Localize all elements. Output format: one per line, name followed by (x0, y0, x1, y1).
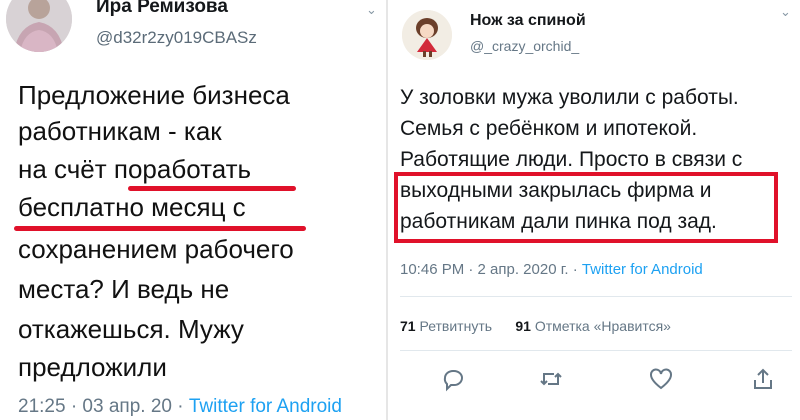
highlighted-text: бесплатно месяц с (18, 192, 246, 222)
tweet-text-line: на счёт поработать (18, 154, 252, 184)
source-link[interactable]: Twitter for Android (189, 396, 342, 417)
timestamp: 10:46 PM · 2 апр. 2020 г. · (400, 261, 582, 278)
tweet-text-line: работникам - как (18, 116, 222, 146)
tweet-text-line: места? И ведь не (18, 274, 230, 304)
retweet-icon[interactable] (538, 366, 564, 392)
tweet-meta: 21:25 · 03 апр. 20 · Twitter for Android (18, 396, 342, 418)
separator (400, 296, 792, 297)
separator (400, 350, 792, 351)
avatar[interactable] (402, 10, 452, 60)
author-name[interactable]: Нож за спиной (470, 12, 586, 30)
highlight-underline (14, 226, 306, 231)
left-tweet: Ира Ремизова ⌄ @d32r2zy019CBASz Предложе… (0, 0, 388, 420)
highlighted-text: поработать (113, 154, 252, 184)
share-icon[interactable] (750, 366, 776, 392)
likes-stat[interactable]: 91 Отметка «Нравится» (515, 318, 671, 334)
highlight-box (394, 172, 778, 243)
tweet-text-line: Семья с ребёнком и ипотекой. (400, 117, 698, 140)
engagement-stats: 71 Ретвитнуть 91 Отметка «Нравится» (400, 318, 671, 334)
highlight-underline (128, 186, 296, 191)
tweet-text-line: У золовки мужа уволили с работы. (400, 86, 739, 109)
reply-icon[interactable] (440, 366, 466, 392)
retweets-stat[interactable]: 71 Ретвитнуть (400, 318, 492, 334)
chevron-down-icon[interactable]: ⌄ (780, 4, 791, 20)
author-handle[interactable]: @d32r2zy019CBASz (96, 28, 257, 48)
tweet-text-line: откажешься. Мужу (18, 314, 244, 344)
right-tweet: Нож за спиной ⌄ @_crazy_orchid_ У золовк… (388, 0, 800, 420)
source-link[interactable]: Twitter for Android (582, 261, 703, 278)
tweet-meta: 10:46 PM · 2 апр. 2020 г. · Twitter for … (400, 261, 703, 278)
timestamp: 21:25 · 03 апр. 20 · (18, 396, 189, 417)
tweet-text-line: предложили (18, 352, 167, 382)
tweet-text-line: Работящие люди. Просто в связи с (400, 148, 743, 171)
like-icon[interactable] (648, 366, 674, 392)
tweet-text-line: сохранением рабочего (18, 234, 294, 264)
tweet-text-line: Предложение бизнеса (18, 80, 290, 110)
author-name[interactable]: Ира Ремизова (96, 0, 228, 18)
author-handle[interactable]: @_crazy_orchid_ (470, 38, 579, 54)
avatar[interactable] (6, 0, 72, 52)
chevron-down-icon[interactable]: ⌄ (366, 2, 377, 18)
